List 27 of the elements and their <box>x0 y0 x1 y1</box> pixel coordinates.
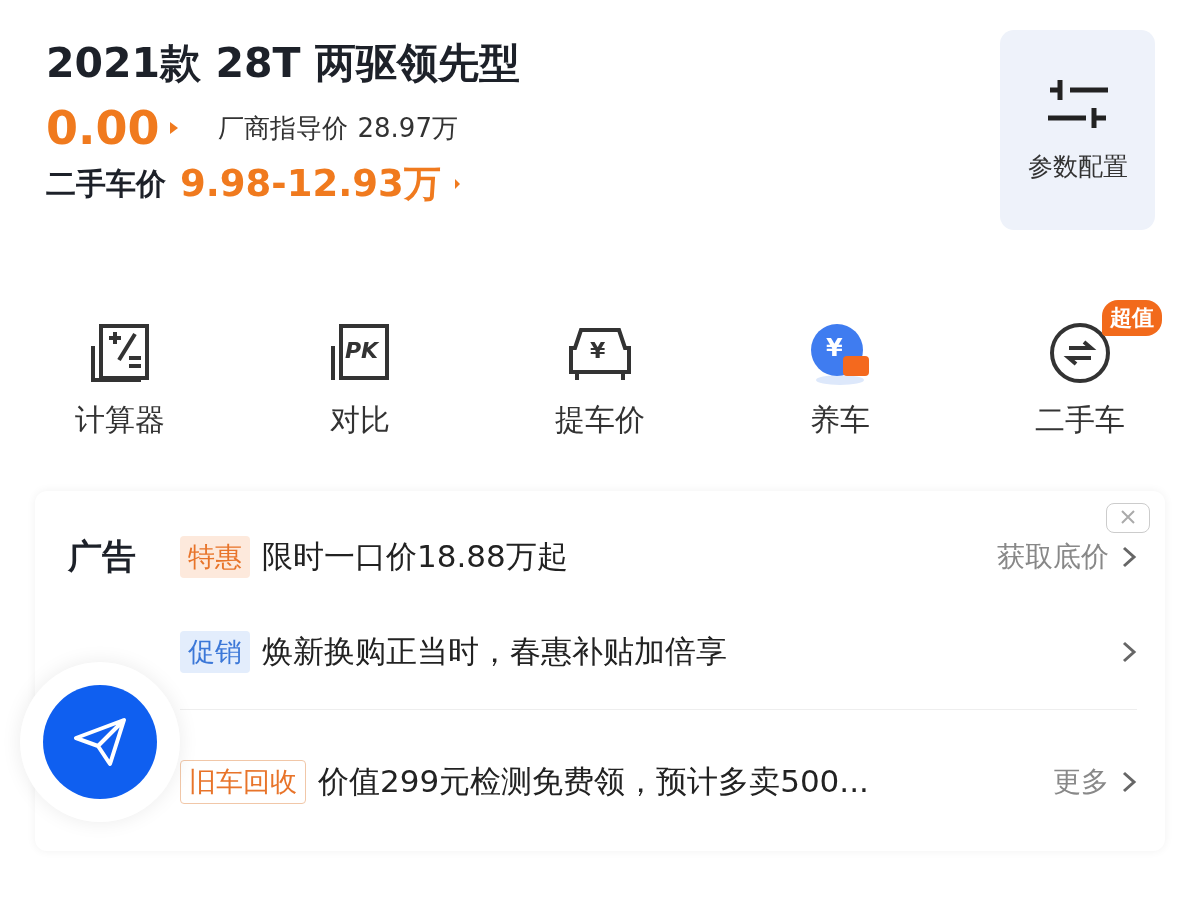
promo-text[interactable]: 限时一口价18.88万起 <box>262 535 568 578</box>
guide-price-label: 厂商指导价 <box>217 111 348 145</box>
promo-text[interactable]: 价值299元检测免费领，预计多卖500... <box>318 760 869 803</box>
guide-price: 28.97万 <box>357 111 458 145</box>
promo-tag: 促销 <box>180 630 250 673</box>
chevron-icon <box>1121 639 1137 664</box>
chevron-icon <box>1121 769 1137 794</box>
shortcut-button[interactable]: ¥ 提车价 <box>480 298 720 441</box>
badge: 超值 <box>1102 300 1162 336</box>
used-price-label: 二手车价 <box>46 164 166 203</box>
promo-link[interactable]: 更多 <box>991 761 1165 802</box>
promo-text[interactable]: 焕新换购正当时，春惠补贴加倍享 <box>262 630 727 673</box>
car-model-title: 2021款 28T 两驱领先型 <box>46 38 520 89</box>
triangle-icon <box>454 179 460 189</box>
shortcut-button[interactable]: 计算器 <box>0 298 240 441</box>
specs-button[interactable]: 参数配置 <box>1000 30 1155 230</box>
promo-link[interactable]: 获取底价 <box>991 536 1165 577</box>
chevron-icon <box>1121 544 1137 569</box>
shortcut-button[interactable]: PK 对比 <box>240 298 480 441</box>
promo-tag: 旧车回收 <box>180 759 306 804</box>
shortcut-button[interactable]: ¥ 养车 <box>720 298 960 441</box>
close-button[interactable] <box>1106 503 1150 533</box>
shortcut-button[interactable]: 超值 二手车 <box>960 298 1200 441</box>
triangle-icon <box>169 122 178 134</box>
ad-label: 广告 <box>67 534 137 578</box>
promo-tag: 特惠 <box>180 535 250 578</box>
price: 0.00 <box>46 101 160 155</box>
